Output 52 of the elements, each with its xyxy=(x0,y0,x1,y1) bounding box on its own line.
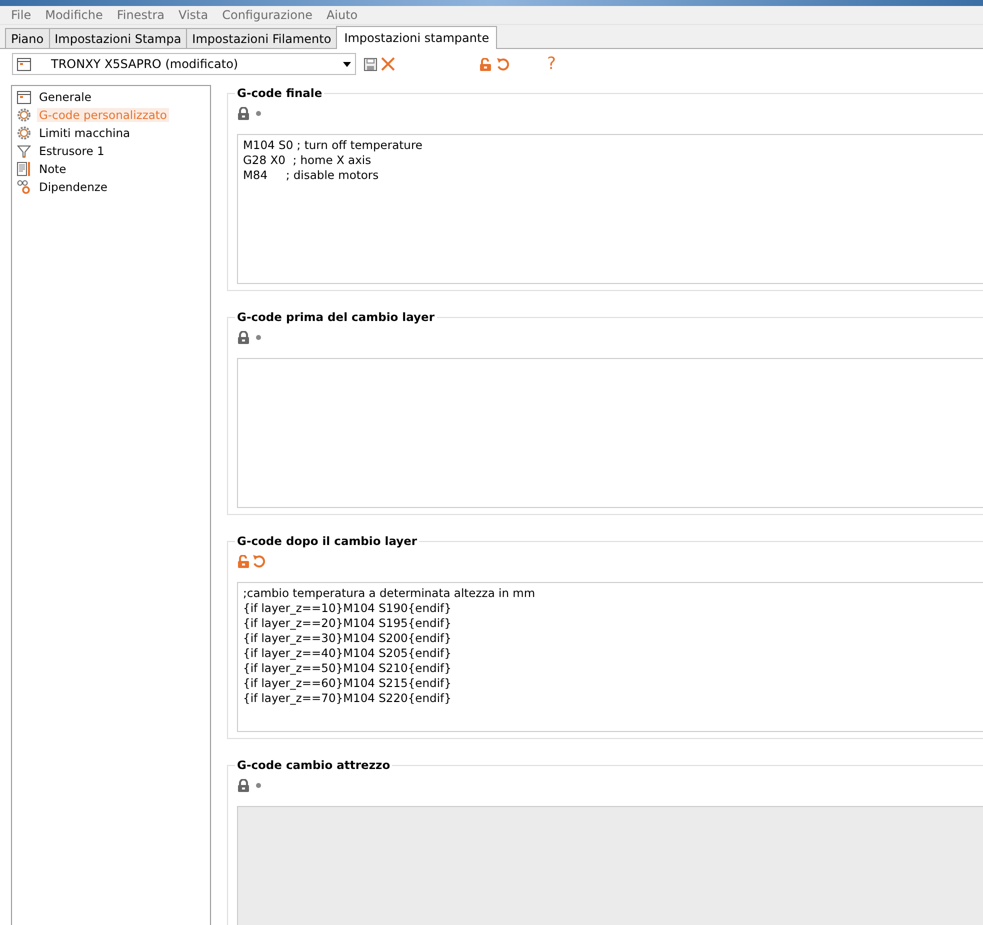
menu-item[interactable]: Modifiche xyxy=(38,8,110,22)
funnel-icon xyxy=(17,144,31,158)
lock-icon[interactable] xyxy=(479,58,492,70)
code-line: {if layer_z==10}M104 S190{endif} xyxy=(243,601,452,616)
menu-item[interactable]: File xyxy=(4,8,38,22)
caret-icon xyxy=(343,62,351,66)
gear-icon xyxy=(17,126,31,140)
lock-icon[interactable] xyxy=(237,554,250,568)
menu-item[interactable]: Aiuto xyxy=(319,8,365,22)
tab[interactable]: Piano xyxy=(5,28,50,48)
section-title: G-code prima del cambio layer xyxy=(235,310,436,324)
code-line: M84 ; disable motors xyxy=(243,168,380,183)
dot-icon xyxy=(256,334,261,340)
gear-icon xyxy=(17,108,31,122)
lock-icon[interactable] xyxy=(237,330,250,344)
section-title: G-code cambio attrezzo xyxy=(235,758,392,772)
dot-icon xyxy=(256,782,261,788)
lock-icon[interactable] xyxy=(237,106,250,120)
code-line: M104 S0 ; turn off temperature xyxy=(243,138,424,153)
code-line: {if layer_z==20}M104 S195{endif} xyxy=(243,616,452,631)
code-line: {if layer_z==30}M104 S200{endif} xyxy=(243,631,452,646)
undo-icon[interactable] xyxy=(496,57,509,71)
tab[interactable]: Impostazioni Stampa xyxy=(48,28,188,48)
close-icon[interactable] xyxy=(381,57,395,71)
dependency-icon xyxy=(17,180,31,194)
window-icon xyxy=(17,58,31,70)
tab[interactable]: Impostazioni Filamento xyxy=(186,28,338,48)
save-icon[interactable] xyxy=(364,58,377,70)
code-line: {if layer_z==50}M104 S210{endif} xyxy=(243,661,452,676)
code-line: ;cambio temperatura a determinata altezza in mm xyxy=(243,586,536,601)
code-line: {if layer_z==60}M104 S215{endif} xyxy=(243,676,452,691)
code-line: G28 X0 ; home X axis xyxy=(243,153,372,168)
sidebar-item[interactable]: Note xyxy=(37,162,68,176)
menu-item[interactable]: Finestra xyxy=(110,8,172,22)
gcode-editor[interactable] xyxy=(237,582,983,732)
note-icon xyxy=(17,162,31,176)
section-title: G-code finale xyxy=(235,86,324,100)
gcode-editor[interactable]: M104 S0 ; turn off temperature G28 X0 ; home X axis M84 ; disable motors xyxy=(237,134,983,284)
section-title: G-code dopo il cambio layer xyxy=(235,534,420,548)
dot-icon xyxy=(256,110,261,116)
undo-icon[interactable] xyxy=(252,554,265,568)
sidebar-item[interactable]: Limiti macchina xyxy=(37,126,132,140)
window-icon xyxy=(17,90,31,104)
code-line: {if layer_z==40}M104 S205{endif} xyxy=(243,646,452,661)
sidebar-item[interactable]: Estrusore 1 xyxy=(37,144,106,158)
tab[interactable]: Impostazioni stampante xyxy=(336,26,498,49)
menu-item[interactable]: Configurazione xyxy=(215,8,320,22)
preset-dropdown[interactable]: TRONXY X5SAPRO (modificato) xyxy=(12,53,356,75)
sidebar-item[interactable]: Generale xyxy=(37,90,94,104)
sidebar-item[interactable]: Dipendenze xyxy=(37,180,110,194)
code-line: {if layer_z==70}M104 S220{endif} xyxy=(243,691,452,706)
menu-item[interactable]: Vista xyxy=(172,8,216,22)
